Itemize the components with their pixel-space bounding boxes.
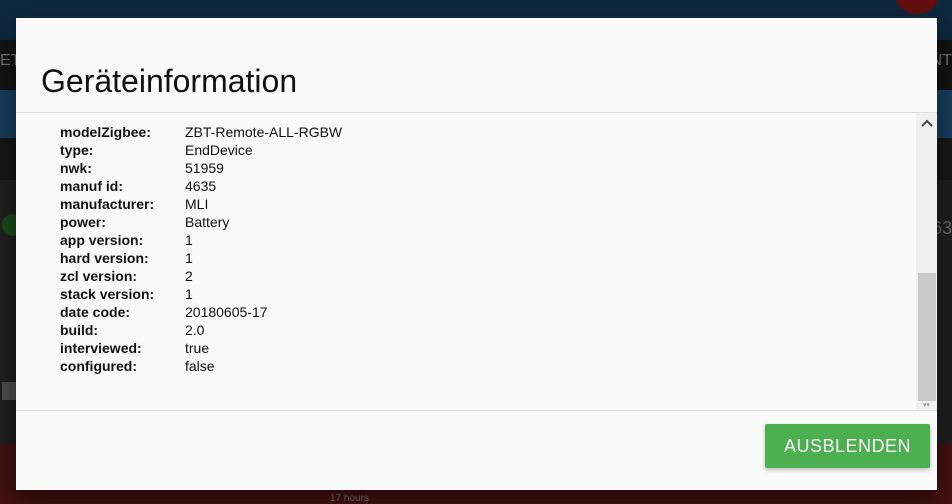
info-row: hard version: 1 (60, 249, 342, 267)
device-info-table: modelZigbee: ZBT-Remote-ALL-RGBW type: EndD… (60, 123, 342, 375)
info-key: type: (60, 142, 94, 158)
info-value: 1 (185, 286, 193, 302)
chevron-up-icon[interactable] (916, 113, 937, 133)
info-value: true (185, 340, 210, 356)
info-value: 2.0 (185, 322, 205, 338)
info-value: 20180605-17 (185, 304, 268, 320)
info-row: build: 2.0 (60, 321, 342, 339)
info-row: stack version: 1 (60, 285, 342, 303)
info-key: manufacturer: (60, 196, 155, 212)
device-info-dialog: Geräteinformation modelZigbee: ZBT-Remote… (16, 18, 937, 490)
info-row: type: EndDevice (60, 141, 342, 159)
info-row: interviewed: true (60, 339, 342, 357)
info-key: interviewed: (60, 340, 142, 356)
info-key: stack version: (60, 286, 155, 302)
scrollbar[interactable]: ▾▾ (916, 113, 937, 410)
info-value: 4635 (185, 178, 217, 194)
info-key: nwk: (60, 160, 92, 176)
info-value: Battery (185, 214, 230, 230)
dialog-title: Geräteinformation (41, 63, 298, 99)
info-key: build: (60, 322, 99, 338)
info-row: nwk: 51959 (60, 159, 342, 177)
info-row: configured: false (60, 357, 342, 375)
info-row: app version: 1 (60, 231, 342, 249)
info-key: hard version: (60, 250, 149, 266)
info-value: ZBT-Remote-ALL-RGBW (185, 124, 343, 140)
info-value: 51959 (185, 160, 224, 176)
info-key: zcl version: (60, 268, 138, 284)
info-row: zcl version: 2 (60, 267, 342, 285)
info-row: modelZigbee: ZBT-Remote-ALL-RGBW (60, 123, 342, 141)
info-key: date code: (60, 304, 131, 320)
info-key: power: (60, 214, 106, 230)
info-value: 1 (185, 250, 193, 266)
divider (16, 410, 937, 411)
info-row: date code: 20180605-17 (60, 303, 342, 321)
info-row: manufacturer: MLI (60, 195, 342, 213)
info-value: 2 (185, 268, 193, 284)
info-key: modelZigbee: (60, 124, 152, 140)
scroll-down-arrow[interactable]: ▾▾ (916, 401, 937, 410)
info-row: manuf id: 4635 (60, 177, 342, 195)
info-row: power: Battery (60, 213, 342, 231)
info-value: MLI (185, 196, 209, 212)
info-key: configured: (60, 358, 137, 374)
scrollbar-thumb[interactable] (918, 273, 936, 401)
info-key: manuf id: (60, 178, 123, 194)
info-value: 1 (185, 232, 193, 248)
info-value: false (185, 358, 215, 374)
info-key: app version: (60, 232, 144, 248)
dialog-content[interactable]: modelZigbee: ZBT-Remote-ALL-RGBW type: EndD… (16, 113, 916, 410)
hide-button[interactable]: AUSBLENDEN (765, 424, 930, 468)
info-value: EndDevice (185, 142, 253, 158)
